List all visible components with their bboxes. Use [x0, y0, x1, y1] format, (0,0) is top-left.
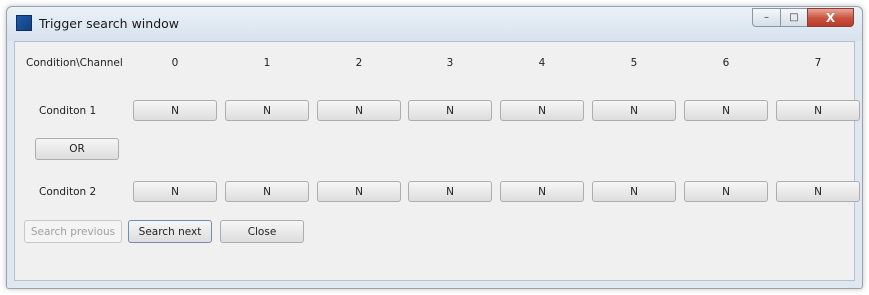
- search-next-button[interactable]: Search next: [128, 220, 212, 243]
- window-controls: – □ X: [752, 8, 854, 28]
- channel-label-1: 1: [263, 57, 271, 69]
- condition-2-channel-4-button[interactable]: N: [500, 181, 584, 202]
- condition-channel-header: Condition\Channel: [26, 57, 123, 69]
- condition-2-channel-3-button[interactable]: N: [408, 181, 492, 202]
- channel-label-0: 0: [171, 57, 179, 69]
- close-button[interactable]: Close: [220, 220, 304, 243]
- operator-toggle-button[interactable]: OR: [35, 138, 119, 160]
- trigger-search-window: Trigger search window – □ X Condition\Ch…: [6, 6, 863, 289]
- condition-1-channel-3-button[interactable]: N: [408, 100, 492, 121]
- close-icon: X: [825, 10, 836, 25]
- condition-1-channel-2-button[interactable]: N: [317, 100, 401, 121]
- channel-label-5: 5: [630, 57, 638, 69]
- condition-2-channel-1-button[interactable]: N: [225, 181, 309, 202]
- condition-1-channel-1-button[interactable]: N: [225, 100, 309, 121]
- channel-label-6: 6: [722, 57, 730, 69]
- channel-label-7: 7: [814, 57, 822, 69]
- title-bar[interactable]: Trigger search window – □ X: [7, 7, 862, 41]
- condition-2-channel-0-button[interactable]: N: [133, 181, 217, 202]
- maximize-icon: □: [789, 12, 799, 23]
- condition-2-label: Conditon 2: [39, 186, 97, 198]
- condition-2-channel-5-button[interactable]: N: [592, 181, 676, 202]
- minimize-icon: –: [764, 12, 769, 23]
- condition-1-channel-6-button[interactable]: N: [684, 100, 768, 121]
- condition-2-channel-7-button[interactable]: N: [776, 181, 860, 202]
- channel-label-3: 3: [446, 57, 454, 69]
- condition-1-label: Conditon 1: [39, 105, 97, 117]
- search-previous-button[interactable]: Search previous: [24, 220, 122, 243]
- condition-1-channel-7-button[interactable]: N: [776, 100, 860, 121]
- channel-label-2: 2: [355, 57, 363, 69]
- window-title: Trigger search window: [39, 16, 180, 31]
- condition-2-channel-2-button[interactable]: N: [317, 181, 401, 202]
- minimize-button[interactable]: –: [752, 8, 780, 27]
- dialog-body: Condition\Channel 0 1 2 3 4 5 6 7 Condit…: [14, 41, 860, 281]
- condition-2-channel-6-button[interactable]: N: [684, 181, 768, 202]
- app-icon: [16, 15, 32, 31]
- channel-label-4: 4: [538, 57, 546, 69]
- maximize-button[interactable]: □: [780, 8, 807, 27]
- condition-1-channel-5-button[interactable]: N: [592, 100, 676, 121]
- close-window-button[interactable]: X: [807, 8, 854, 27]
- condition-1-channel-0-button[interactable]: N: [133, 100, 217, 121]
- condition-1-channel-4-button[interactable]: N: [500, 100, 584, 121]
